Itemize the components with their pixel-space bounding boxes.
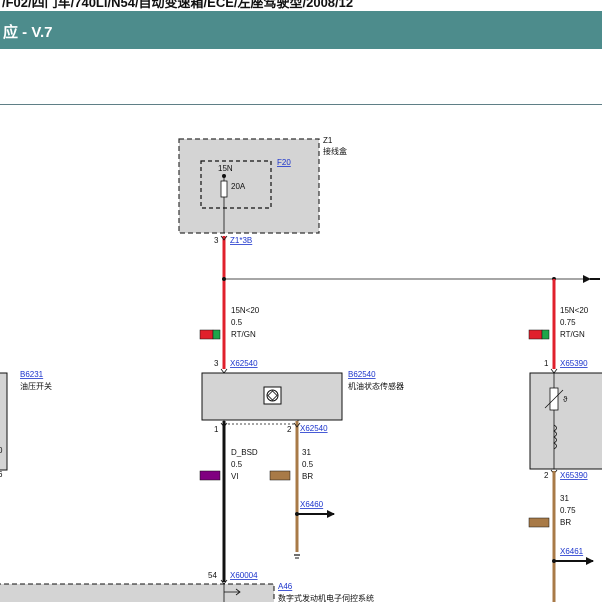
junction-node: [295, 512, 299, 516]
z1-name: 接线盒: [323, 146, 347, 156]
b62540-connector-bottom-link[interactable]: X62540: [300, 424, 328, 433]
connector-arrow: [550, 368, 558, 374]
connector-arrow: [220, 368, 228, 374]
right-comp-pin-bottom: 2: [544, 471, 549, 480]
right-comp-pin-top: 1: [544, 359, 549, 368]
b6231-code-link[interactable]: B6231: [20, 370, 44, 379]
z1-code: Z1: [323, 136, 333, 145]
fuse-amp-label: 20A: [231, 182, 246, 191]
right-comp-connector-top-link[interactable]: X65390: [560, 359, 588, 368]
wire-color-swatch-violet: [199, 470, 221, 481]
wire-right-signal: 15N<20: [560, 306, 589, 315]
b62540-pin-top: 3: [214, 359, 219, 368]
x60004-pin: 54: [208, 571, 217, 580]
junction-node-left: [222, 277, 226, 281]
x6461-link[interactable]: X6461: [560, 547, 584, 556]
wire-right-size: 0.75: [560, 318, 576, 327]
left-cut-label-b: 6: [0, 470, 3, 479]
wire-color-swatch-red: [199, 329, 214, 340]
b62540-pin-bottom-right: 2: [287, 425, 292, 434]
wire-dbsd-signal: D_BSD: [231, 448, 258, 457]
wire-color-swatch-brown-right: [528, 517, 550, 528]
b62540-pin-bracket: [223, 420, 299, 425]
wire-31a-color: BR: [302, 472, 313, 481]
wiring-diagram: Z1 接线盒 F20 15N 20A 3 Z1*3B 15N<20 0.5 RT…: [0, 136, 602, 602]
right-comp-connector-bottom-link[interactable]: X65390: [560, 471, 588, 480]
a46-name: 数字式发动机电子伺控系统: [278, 593, 374, 602]
a46-box[interactable]: [0, 583, 275, 602]
b6231-box-edge[interactable]: [0, 372, 8, 471]
b62540-code-link[interactable]: B62540: [348, 370, 376, 379]
wire-color-swatch-red-right: [528, 329, 543, 340]
wire-dbsd-size: 0.5: [231, 460, 243, 469]
a46-code-link[interactable]: A46: [278, 582, 293, 591]
z1-pin: 3: [214, 236, 219, 245]
b62540-pin-bottom-left: 1: [214, 425, 219, 434]
fuse-top-label: 15N: [218, 164, 233, 173]
junction-node: [552, 559, 556, 563]
b62540-name: 机油状态传感器: [348, 381, 404, 391]
thermistor-symbol: ϑ: [563, 395, 568, 404]
wire-dbsd-color: VI: [231, 472, 239, 481]
b6231-name: 油压开关: [20, 381, 52, 391]
wire-31b-color: BR: [560, 518, 571, 527]
b62540-connector-top-link[interactable]: X62540: [230, 359, 258, 368]
wire-color-swatch-brown: [269, 470, 291, 481]
wire-31a-size: 0.5: [302, 460, 314, 469]
right-component-box[interactable]: [529, 372, 602, 470]
wire-left-color: RT/GN: [231, 330, 256, 339]
wire-31b-signal: 31: [560, 494, 569, 503]
fuse-f20-link[interactable]: F20: [277, 158, 291, 167]
wire-right-color: RT/GN: [560, 330, 585, 339]
wire-31b-size: 0.75: [560, 506, 576, 515]
z1-connector-link[interactable]: Z1*3B: [230, 236, 252, 245]
wire-color-swatch-green-right: [541, 329, 550, 340]
wire-31a-signal: 31: [302, 448, 311, 457]
x60004-connector-link[interactable]: X60004: [230, 571, 258, 580]
wire-left-size: 0.5: [231, 318, 243, 327]
x6460-link[interactable]: X6460: [300, 500, 324, 509]
fuse-icon: [220, 180, 228, 198]
wire-left-signal: 15N<20: [231, 306, 260, 315]
wire-color-swatch-green: [212, 329, 221, 340]
